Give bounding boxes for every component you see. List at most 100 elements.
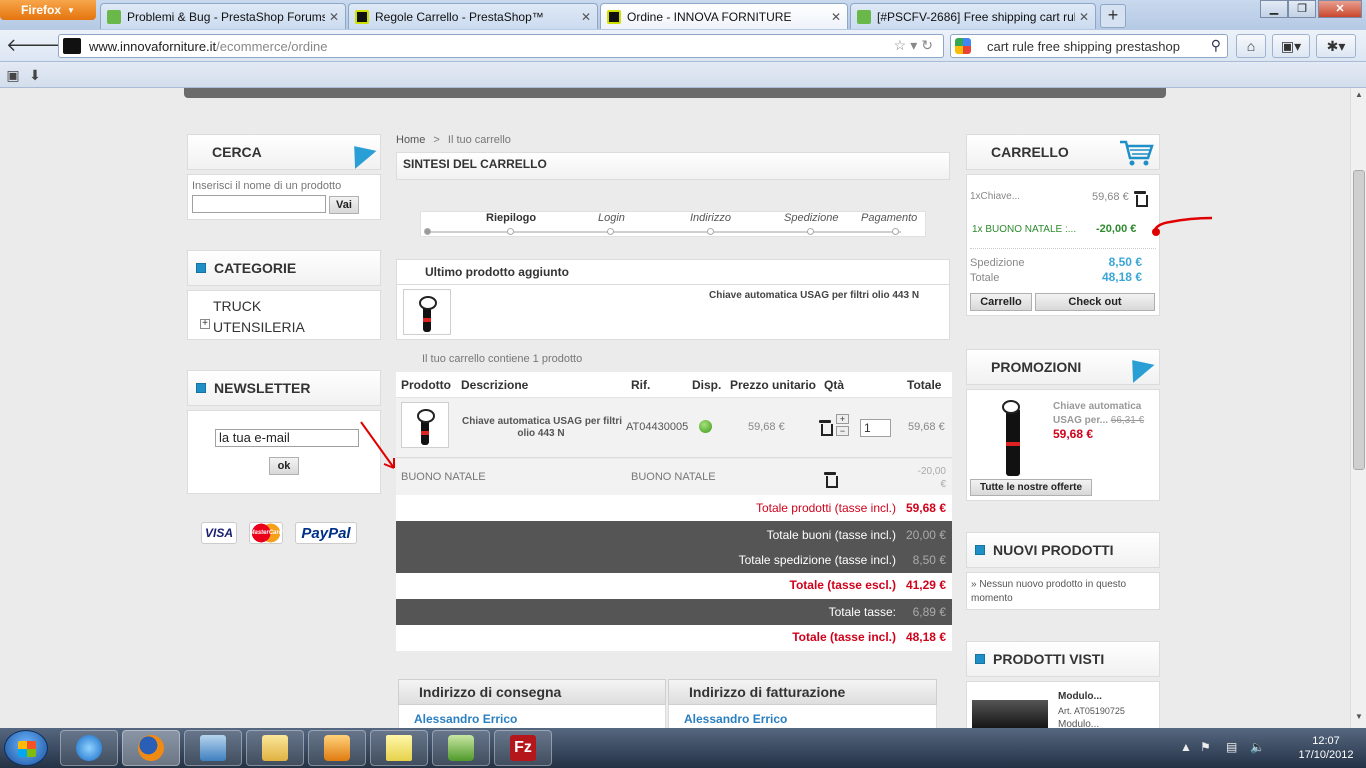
search-input[interactable] — [192, 195, 326, 213]
new-tab-button[interactable]: + — [1100, 4, 1126, 28]
network-icon[interactable]: ▤ — [1226, 740, 1237, 754]
viewed-product-image[interactable] — [972, 700, 1048, 728]
flag-icon[interactable]: ⚑ — [1200, 740, 1211, 754]
promo-product-name[interactable]: Chiave automatica USAG per... 66,31 € — [1053, 400, 1144, 428]
google-icon[interactable] — [955, 38, 971, 54]
search-icon[interactable]: ⚲ — [1211, 37, 1221, 54]
close-tab-icon[interactable]: ✕ — [831, 10, 841, 24]
addon-icon[interactable]: ✱▾ — [1316, 34, 1356, 58]
last-added-product-name[interactable]: Chiave automatica USAG per filtri olio 4… — [709, 290, 919, 301]
cart-item-name[interactable]: 1xChiave... — [970, 191, 1020, 202]
category-utensileria[interactable]: UTENSILERIA — [213, 319, 305, 335]
newsletter-ok-button[interactable]: ok — [269, 457, 299, 475]
start-button[interactable] — [4, 730, 48, 766]
promo-product-image[interactable] — [990, 394, 1036, 480]
tab-prestashop-forums[interactable]: Problemi & Bug - PrestaShop Forums ✕ — [100, 3, 346, 29]
billing-address-name: Alessandro Errico — [684, 712, 788, 726]
scroll-down-arrow-icon[interactable]: ▼ — [1353, 712, 1365, 724]
product-description[interactable]: Chiave automatica USAG per filtri olio 4… — [462, 416, 623, 440]
viewed-product-name2[interactable]: Modulo... — [1058, 719, 1099, 728]
product-description-line: Chiave automatica USAG per filtri — [462, 416, 623, 427]
navigation-toolbar: 🡐 🡒 www.innovaforniture.it/ecommerce/ord… — [0, 30, 1366, 62]
site-identity-icon[interactable] — [63, 38, 81, 54]
newsletter-block-header: NEWSLETTER — [187, 370, 381, 406]
search-bar[interactable]: cart rule free shipping prestashop ⚲ — [950, 34, 1228, 58]
last-added-title: Ultimo prodotto aggiunto — [425, 265, 569, 279]
checkout-button[interactable]: Check out — [1035, 293, 1155, 311]
scroll-up-arrow-icon[interactable]: ▲ — [1353, 90, 1365, 102]
step-login: Login — [598, 212, 625, 224]
qty-increase-button[interactable]: + — [836, 414, 849, 424]
control-panel-taskbar-button[interactable] — [184, 730, 242, 766]
cart-item-trash-icon[interactable] — [1134, 191, 1148, 207]
dropdown-icon[interactable]: ▾ — [910, 37, 921, 53]
scroll-thumb[interactable] — [1353, 170, 1365, 470]
qty-input[interactable]: 1 — [860, 419, 891, 437]
qty-decrease-button[interactable]: − — [836, 426, 849, 436]
total-vouchers-value: 20,00 € — [905, 528, 946, 542]
sticky-notes-taskbar-button[interactable] — [370, 730, 428, 766]
cart-view-button[interactable]: Carrello — [970, 293, 1032, 311]
expand-plus-icon[interactable]: + — [200, 319, 210, 329]
breadcrumb-home-link[interactable]: Home — [396, 134, 425, 146]
cart-total-label: Totale — [970, 272, 1000, 284]
firefox-icon — [138, 735, 164, 761]
firefox-menu-button[interactable]: Firefox ▼ — [0, 0, 96, 20]
media-player-icon — [324, 735, 350, 761]
product-ref: AT04430005 — [626, 421, 689, 433]
search-hint: Inserisci il nome di un prodotto — [192, 180, 342, 192]
step-dot — [892, 228, 899, 235]
volume-icon[interactable]: 🔈 — [1250, 740, 1265, 754]
tab-regole-carrello[interactable]: Regole Carrello - PrestaShop™ ✕ — [348, 3, 598, 29]
bookmark-star-icon[interactable]: ☆ — [894, 37, 911, 53]
bookmarks-menu-icon[interactable]: ▣▾ — [1272, 34, 1310, 58]
back-arrow-icon[interactable]: 🡐 — [6, 35, 54, 57]
forward-arrow-icon[interactable]: 🡒 — [32, 35, 80, 57]
tab-pscfv-issue[interactable]: [#PSCFV-2686] Free shipping cart rule...… — [850, 3, 1096, 29]
total-shipping-value: 8,50 € — [912, 553, 946, 567]
close-tab-icon[interactable]: ✕ — [329, 10, 339, 24]
reload-icon[interactable]: ↻ — [921, 37, 937, 53]
cart-count-text: Il tuo carrello contiene 1 prodotto — [422, 353, 583, 365]
last-added-product-image[interactable] — [403, 289, 451, 335]
media-player-taskbar-button[interactable] — [308, 730, 366, 766]
shopping-cart-icon — [1120, 140, 1154, 166]
explorer-taskbar-button[interactable] — [246, 730, 304, 766]
cart-item-price: 59,68 € — [1092, 191, 1129, 203]
cart-divider — [970, 248, 1156, 249]
evernote-taskbar-button[interactable] — [432, 730, 490, 766]
visa-logo: VISA — [201, 522, 237, 544]
system-clock[interactable]: 12:07 17/10/2012 — [1288, 734, 1364, 762]
home-icon[interactable]: ⌂ — [1236, 34, 1266, 58]
square-bullet-icon — [196, 383, 206, 393]
viewed-product-name[interactable]: Modulo... — [1058, 691, 1102, 702]
all-offers-button[interactable]: Tutte le nostre offerte — [970, 479, 1092, 496]
bookmark-star-icon[interactable]: ▣ — [4, 66, 22, 84]
firefox-taskbar-button[interactable] — [122, 730, 180, 766]
product-tool-shape — [417, 409, 435, 445]
delete-trash-icon[interactable] — [819, 420, 833, 436]
page-scrollbar[interactable]: ▲ ▼ — [1350, 88, 1366, 728]
close-tab-icon[interactable]: ✕ — [1079, 10, 1089, 24]
url-bar[interactable]: www.innovaforniture.it/ecommerce/ordine … — [58, 34, 944, 58]
ie-taskbar-button[interactable] — [60, 730, 118, 766]
download-arrow-icon[interactable]: ⬇ — [26, 66, 44, 84]
tab-bar: Firefox ▼ Problemi & Bug - PrestaShop Fo… — [0, 0, 1366, 30]
search-button[interactable]: Vai — [329, 196, 359, 214]
maximize-button[interactable]: ❐ — [1288, 0, 1316, 18]
filezilla-taskbar-button[interactable]: Fz — [494, 730, 552, 766]
product-image[interactable] — [401, 402, 449, 448]
newsletter-email-input[interactable]: la tua e-mail — [215, 429, 359, 447]
minimize-button[interactable]: ▁ — [1260, 0, 1288, 18]
tray-expand-icon[interactable]: ▲ — [1180, 740, 1192, 754]
product-description-line: olio 443 N — [517, 428, 565, 439]
tab-ordine[interactable]: Ordine - INNOVA FORNITURE ✕ — [600, 3, 848, 29]
cart-shipping-label: Spedizione — [970, 257, 1025, 269]
window-close-button[interactable]: ✕ — [1318, 0, 1362, 18]
clock-date: 17/10/2012 — [1298, 749, 1354, 761]
delete-voucher-trash-icon[interactable] — [824, 472, 838, 488]
close-tab-icon[interactable]: ✕ — [581, 10, 591, 24]
square-bullet-icon — [975, 654, 985, 664]
category-truck[interactable]: TRUCK — [213, 298, 261, 314]
windows-taskbar: Fz ▲ ⚑ ▤ 🔈 12:07 17/10/2012 — [0, 728, 1366, 768]
